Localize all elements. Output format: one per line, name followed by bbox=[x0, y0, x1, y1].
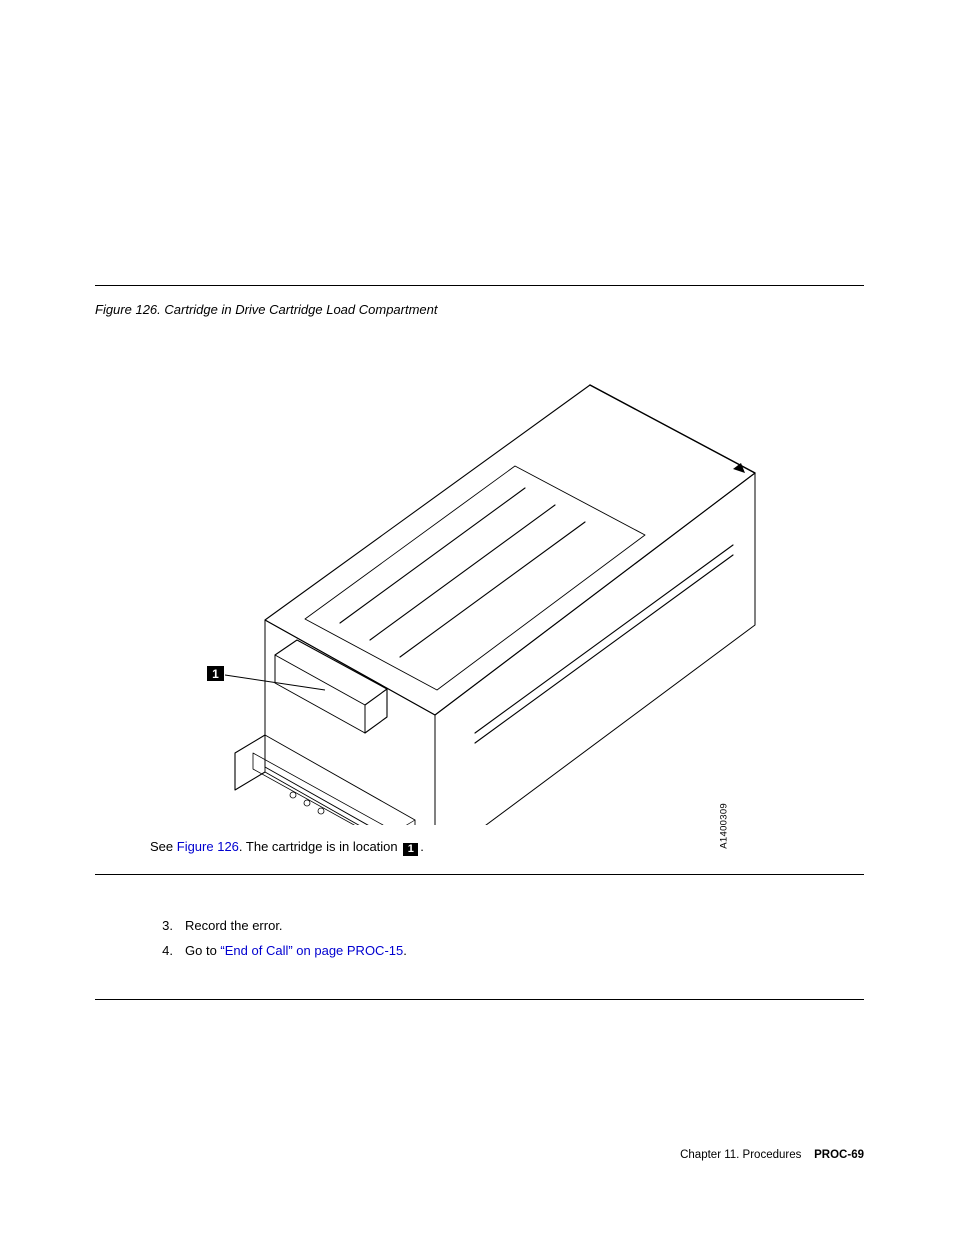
section-end-rule bbox=[95, 999, 864, 1000]
figure-image: 1 A1400309 bbox=[115, 335, 845, 825]
step-row: 3. Record the error. bbox=[95, 917, 864, 936]
caption-link[interactable]: Figure 126 bbox=[177, 839, 239, 854]
step-number: 3. bbox=[95, 917, 185, 936]
caption-period: . bbox=[420, 839, 424, 854]
page: Figure 126. Cartridge in Drive Cartridge… bbox=[0, 0, 954, 1235]
figure-callout-number: 1 bbox=[212, 667, 219, 681]
procedure-steps: 3. Record the error. 4. Go to “End of Ca… bbox=[95, 917, 864, 961]
step-text-after: . bbox=[403, 943, 407, 958]
step-row: 4. Go to “End of Call” on page PROC-15. bbox=[95, 942, 864, 961]
figure-title-text: Cartridge in Drive Cartridge Load Compar… bbox=[164, 302, 437, 317]
figure-block: Figure 126. Cartridge in Drive Cartridge… bbox=[95, 285, 864, 875]
page-footer: Chapter 11. Procedures PROC-69 bbox=[680, 1149, 864, 1161]
footer-page: PROC-69 bbox=[814, 1149, 864, 1161]
footer-chapter: Chapter 11. Procedures bbox=[680, 1149, 801, 1161]
figure-label: Figure 126. bbox=[95, 302, 161, 317]
figure-title: Figure 126. Cartridge in Drive Cartridge… bbox=[95, 302, 864, 317]
figure-image-code: A1400309 bbox=[719, 803, 730, 849]
drive-illustration: 1 bbox=[115, 335, 845, 825]
inline-callout-icon: 1 bbox=[403, 843, 418, 856]
step-text-before: Go to bbox=[185, 943, 220, 958]
figure-bottom-rule bbox=[95, 874, 864, 875]
caption-after-link: . The cartridge is in location bbox=[239, 839, 401, 854]
figure-caption: See Figure 126. The cartridge is in loca… bbox=[150, 839, 864, 856]
step-link[interactable]: “End of Call” on page PROC-15 bbox=[220, 943, 403, 958]
step-text: Record the error. bbox=[185, 917, 864, 936]
caption-before: See bbox=[150, 839, 177, 854]
step-text: Go to “End of Call” on page PROC-15. bbox=[185, 942, 864, 961]
step-number: 4. bbox=[95, 942, 185, 961]
figure-top-rule bbox=[95, 285, 864, 286]
